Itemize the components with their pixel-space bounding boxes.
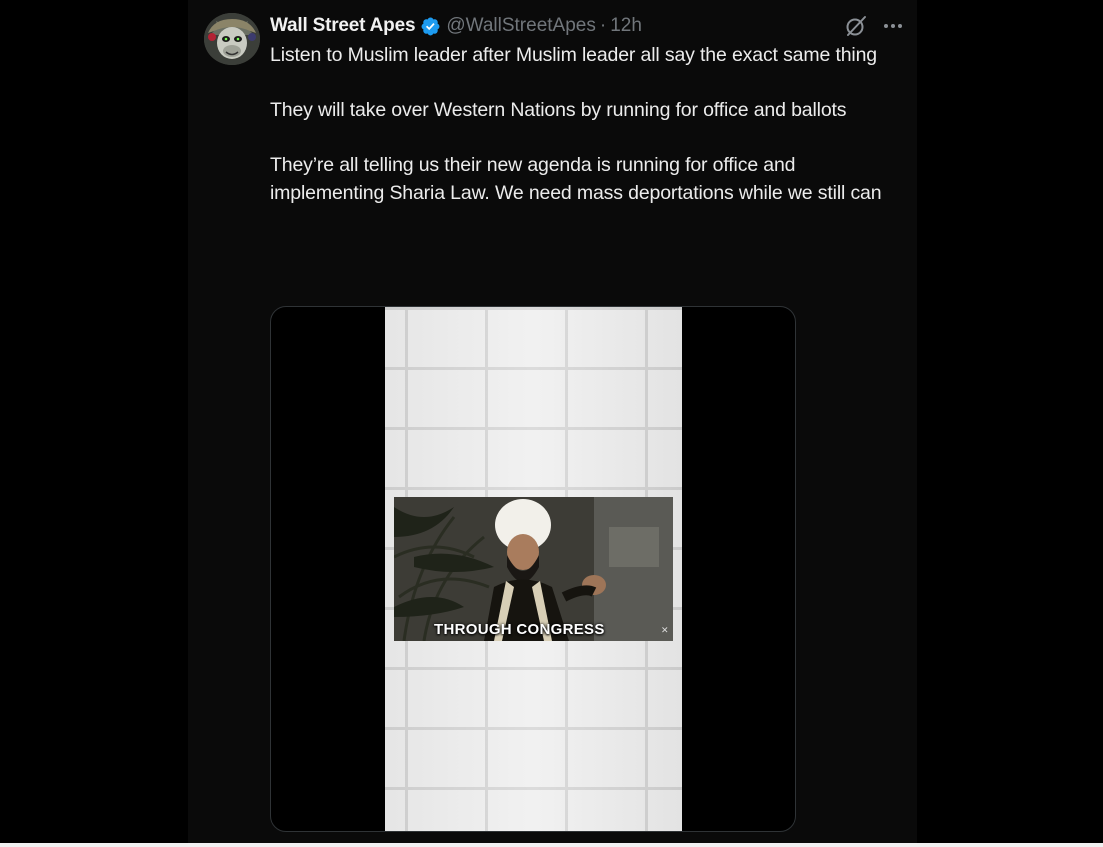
tweet-text: Listen to Muslim leader after Muslim lea… <box>270 42 900 207</box>
clip-watermark-icon: ✕ <box>661 625 669 635</box>
tweet-paragraph: Listen to Muslim leader after Muslim lea… <box>270 44 877 66</box>
display-name[interactable]: Wall Street Apes <box>270 15 416 37</box>
tweet-paragraph: They’re all telling us their new agenda … <box>270 154 882 204</box>
tweet-header: Wall Street Apes @WallStreetApes · 12h <box>270 12 642 40</box>
video-clip-inset: THROUGH CONGRESS ✕ <box>394 497 673 641</box>
tweet-paragraph: They will take over Western Nations by r… <box>270 99 847 121</box>
speaker-scene-image <box>394 497 673 641</box>
more-options-icon[interactable] <box>880 13 906 39</box>
video-media-card[interactable]: THROUGH CONGRESS ✕ <box>270 306 796 832</box>
meta-separator: · <box>599 15 607 36</box>
timestamp[interactable]: 12h <box>610 15 642 37</box>
avatar[interactable] <box>204 13 260 65</box>
video-frame[interactable]: THROUGH CONGRESS ✕ <box>385 307 682 831</box>
ape-avatar-icon <box>204 13 260 65</box>
grok-icon[interactable] <box>844 14 868 38</box>
verified-badge-icon[interactable] <box>420 16 441 37</box>
bottom-edge-strip <box>0 843 1103 847</box>
user-handle[interactable]: @WallStreetApes <box>446 15 596 37</box>
video-caption: THROUGH CONGRESS <box>434 621 605 638</box>
